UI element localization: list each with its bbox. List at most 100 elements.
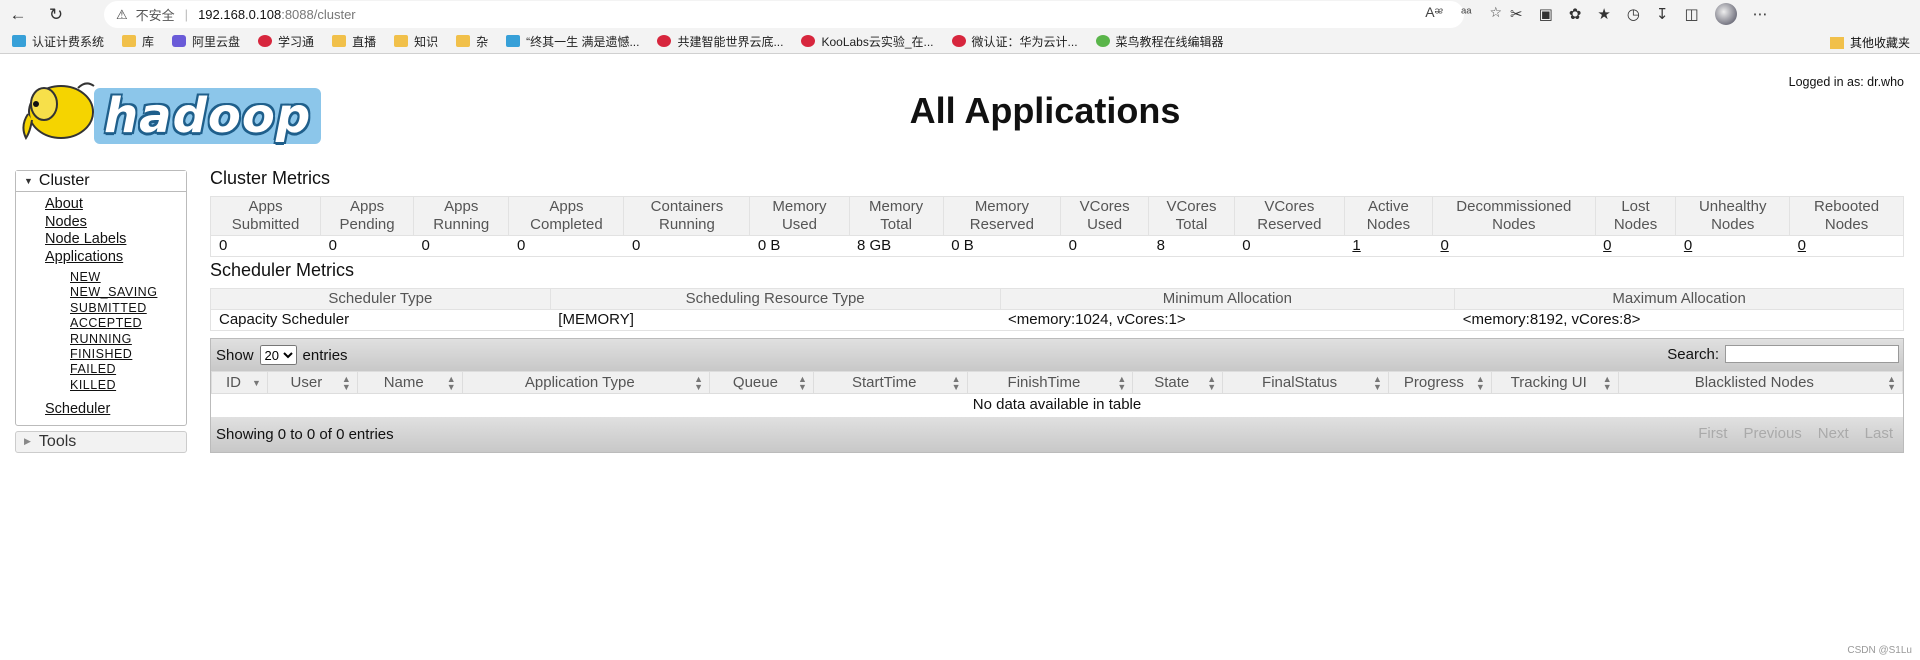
bookmark-item[interactable]: 阿里云盘 [172,33,240,50]
column-header-name[interactable]: Name ▲ ▼ [356,371,463,394]
back-icon[interactable]: ← [0,0,36,29]
pager-first-button[interactable]: First [1698,425,1727,442]
read-aloud-icon[interactable]: Aᵆ [1425,4,1443,21]
cluster-metric-header: Apps Pending [320,196,415,236]
cluster-metric-value: 0 [413,235,509,257]
column-header-progress[interactable]: Progress ▲ ▼ [1387,371,1492,394]
bookmark-item[interactable]: 知识 [394,33,438,50]
bookmark-item[interactable]: 认证计费系统 [12,33,104,50]
bookmark-item[interactable]: 库 [122,33,154,50]
translate-icon[interactable]: ᵃᵃ [1461,4,1471,21]
address-bar[interactable]: ⚠ 不安全 | 192.168.0.108:8088/cluster [104,1,1464,28]
favorites-icon[interactable]: ★ [1597,5,1610,23]
cluster-label: Cluster [38,172,90,189]
collections-icon[interactable]: ◫ [1684,5,1698,23]
cluster-metric-value: 0 B [749,235,849,257]
cluster-metric-value: 0 [623,235,750,257]
column-label: FinalStatus [1262,374,1338,391]
column-label: Name [383,374,424,391]
app-state-link-new_saving[interactable]: NEW_SAVING [70,285,186,300]
bookmark-item[interactable]: 直播 [332,33,376,50]
column-header-user[interactable]: User ▲ ▼ [266,371,358,394]
app-state-link-accepted[interactable]: ACCEPTED [70,316,186,331]
game-icon[interactable]: ▣ [1539,5,1553,23]
cluster-section: ▼ Cluster About Nodes Node Labels Applicati… [15,170,187,426]
refresh-icon[interactable]: ↻ [38,0,74,29]
header-line: Nodes [1711,216,1755,233]
cluster-section-header[interactable]: ▼ Cluster [16,171,186,192]
folder-icon [456,35,471,47]
cluster-metric-link[interactable]: 0 [1440,237,1448,254]
pager-next-button[interactable]: Next [1818,425,1849,442]
search-box: Search: [1667,345,1899,363]
triangle-down-icon: ▼ [24,176,33,186]
app-state-link-submitted[interactable]: SUBMITTED [70,301,186,316]
header-line: Apps [444,198,479,215]
column-header-finalstatus[interactable]: FinalStatus ▲ ▼ [1222,371,1389,394]
sidebar-link-node-labels[interactable]: Node Labels [45,231,186,249]
column-header-finishtime[interactable]: FinishTime ▲ ▼ [966,371,1134,394]
scheduler-metric-value: <memory:1024, vCores:1> [1000,309,1455,331]
column-header-starttime[interactable]: StartTime ▲ ▼ [812,371,968,394]
other-bookmarks[interactable]: 其他收藏夹 [1829,34,1910,51]
cluster-metric-header: Lost Nodes [1594,196,1677,236]
column-header-id[interactable]: ID ▼ [211,371,268,394]
column-header-tracking-ui[interactable]: Tracking UI ▲ ▼ [1490,371,1619,394]
bookmark-label: 认证计费系统 [32,34,105,49]
cluster-metric-header: Unhealthy Nodes [1675,196,1791,236]
header-line: Total [1175,216,1208,233]
page-size-select[interactable]: 20 [259,345,297,365]
column-header-blacklisted-nodes[interactable]: Blacklisted Nodes ▲ ▼ [1617,371,1904,394]
cluster-metric-link[interactable]: 0 [1798,237,1806,254]
sidebar-link-applications[interactable]: Applications [45,249,186,267]
bookmark-item[interactable]: 微认证：华为云计... [951,33,1078,50]
cluster-links: About Nodes Node Labels Applications NEW NEW_… [16,192,186,425]
bookmark-item[interactable]: 学习通 [258,33,314,50]
bookmark-label: 共建智能世界云底... [677,34,784,49]
bookmark-item[interactable]: 菜鸟教程在线编辑器 [1095,33,1224,50]
column-label: Blacklisted Nodes [1694,374,1814,391]
header-line: VCores [1079,198,1130,215]
bookmark-label: 知识 [414,34,439,49]
history-icon[interactable]: ◷ [1627,5,1640,23]
column-header-state[interactable]: State ▲ ▼ [1132,371,1224,394]
app-state-link-killed[interactable]: KILLED [70,378,186,393]
url-separator: | [184,7,189,22]
app-state-link-running[interactable]: RUNNING [70,332,186,347]
hadoop-logo[interactable]: hadoop [16,74,322,148]
empty-message: No data available in table [972,396,1142,414]
app-state-link-failed[interactable]: FAILED [70,362,186,377]
cluster-metric-value: 0 B [943,235,1061,257]
cluster-metric-link[interactable]: 0 [1603,237,1611,254]
bookmark-item[interactable]: 杂 [456,33,488,50]
profile-avatar[interactable] [1714,3,1737,25]
bookmark-item[interactable]: KooLabs云实验_在... [801,33,934,50]
sidebar-link-nodes[interactable]: Nodes [45,214,186,232]
more-icon[interactable]: ⋯ [1753,5,1768,23]
cluster-metric-header: Apps Submitted [209,196,322,236]
app-state-link-new[interactable]: NEW [70,270,186,285]
header-line: Running [433,216,490,233]
pager-previous-button[interactable]: Previous [1743,425,1801,442]
app-state-link-finished[interactable]: FINISHED [70,347,186,362]
scheduler-metric-value: <memory:8192, vCores:8> [1454,309,1904,331]
download-icon[interactable]: ↧ [1656,5,1669,23]
header-line: Completed [530,216,603,233]
scissors-icon[interactable]: ✂ [1510,5,1523,23]
bookmark-item[interactable]: “终其一生 满是遗憾... [506,33,639,50]
header-line: VCores [1264,198,1315,215]
pager-last-button[interactable]: Last [1865,425,1893,442]
cluster-metric-link[interactable]: 0 [1684,237,1692,254]
header-line: Active [1367,198,1409,215]
tools-section-header[interactable]: ▶ Tools [15,430,187,453]
extensions-icon[interactable]: ✿ [1569,5,1582,23]
sort-icon: ▲ ▼ [797,374,807,392]
sidebar-link-about[interactable]: About [45,196,186,214]
column-header-application-type[interactable]: Application Type ▲ ▼ [461,371,711,394]
bookmark-item[interactable]: 共建智能世界云底... [657,33,783,50]
search-input[interactable] [1725,345,1899,363]
favorite-add-icon[interactable]: ☆ [1489,4,1502,21]
cluster-metric-link[interactable]: 1 [1352,237,1360,254]
column-header-queue[interactable]: Queue ▲ ▼ [709,371,814,394]
sidebar-link-scheduler[interactable]: Scheduler [45,401,186,419]
